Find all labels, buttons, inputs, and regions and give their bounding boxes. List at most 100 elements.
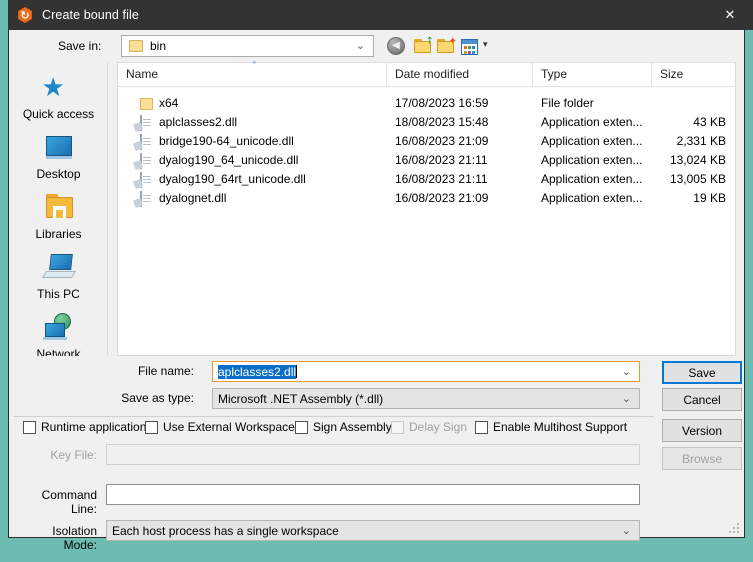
- isolation-mode-value: Each host process has a single workspace: [112, 524, 339, 538]
- table-row[interactable]: x64 17/08/2023 16:59 File folder: [118, 94, 735, 113]
- checkbox-label: Use External Workspace: [163, 420, 295, 434]
- close-icon[interactable]: ✕: [707, 0, 753, 30]
- back-icon: ◀: [387, 37, 405, 55]
- checkbox-box: [145, 421, 158, 434]
- column-header-name[interactable]: Name: [118, 63, 387, 86]
- save-as-type-combobox[interactable]: Microsoft .NET Assembly (*.dll) ⌄: [212, 388, 640, 409]
- file-type: File folder: [541, 94, 651, 113]
- file-type: Application exten...: [541, 170, 651, 189]
- table-row[interactable]: bridge190-64_unicode.dll 16/08/2023 21:0…: [118, 132, 735, 151]
- checkbox-box: [23, 421, 36, 434]
- file-date: 16/08/2023 21:09: [395, 132, 535, 151]
- file-list-header: ˄ Name Date modified Type Size: [118, 63, 735, 87]
- chevron-down-icon[interactable]: ⌄: [356, 39, 365, 52]
- sidebar-item-desktop[interactable]: Desktop: [10, 132, 107, 187]
- save-in-row: Save in: bin ⌄ ◀ ↑ ✦ ▾: [9, 30, 744, 62]
- command-line-input[interactable]: [106, 484, 640, 505]
- sidebar-item-libraries[interactable]: Libraries: [10, 192, 107, 247]
- file-date: 16/08/2023 21:09: [395, 189, 535, 208]
- chevron-down-icon[interactable]: ⌄: [622, 365, 631, 378]
- file-name: dyalognet.dll: [137, 189, 409, 208]
- places-sidebar: ★ Quick access Desktop Libraries This PC: [10, 62, 108, 356]
- checkbox-box: [475, 421, 488, 434]
- folder-icon: [129, 40, 143, 52]
- file-name-input[interactable]: aplclasses2.dll ⌄: [212, 361, 640, 382]
- isolation-mode-label: Isolation Mode:: [19, 524, 97, 552]
- checkbox-runtime-application[interactable]: Runtime application: [23, 418, 146, 436]
- views-button[interactable]: ▾: [461, 36, 491, 57]
- column-header-size[interactable]: Size: [652, 63, 735, 86]
- create-bound-file-dialog: Save in: bin ⌄ ◀ ↑ ✦ ▾: [8, 0, 745, 538]
- up-one-level-button[interactable]: ↑: [414, 36, 436, 57]
- file-type: Application exten...: [541, 151, 651, 170]
- chevron-down-icon[interactable]: ▾: [483, 40, 488, 50]
- file-name: aplclasses2.dll: [137, 113, 409, 132]
- divider: [13, 416, 742, 417]
- chevron-down-icon[interactable]: ⌄: [622, 524, 631, 537]
- checkbox-enable-multihost-support[interactable]: Enable Multihost Support: [475, 418, 627, 436]
- create-new-folder-icon: ✦: [437, 38, 456, 55]
- checkbox-label: Enable Multihost Support: [493, 420, 627, 434]
- views-icon: [461, 39, 478, 55]
- up-one-level-icon: ↑: [414, 38, 433, 55]
- file-size: 13,005 KB: [652, 170, 726, 189]
- file-name: bridge190-64_unicode.dll: [137, 132, 409, 151]
- table-row[interactable]: aplclasses2.dll 18/08/2023 15:48 Applica…: [118, 113, 735, 132]
- file-size: [652, 94, 726, 113]
- save-in-combobox[interactable]: bin ⌄: [121, 35, 374, 57]
- save-as-type-label: Save as type:: [109, 391, 194, 405]
- star-icon: ★: [42, 72, 76, 104]
- file-name: x64: [137, 94, 409, 113]
- sidebar-item-quick-access[interactable]: ★ Quick access: [10, 72, 107, 127]
- checkbox-label: Runtime application: [41, 420, 146, 434]
- file-type: Application exten...: [541, 132, 651, 151]
- key-file-label: Key File:: [19, 448, 97, 462]
- network-globe-icon: [42, 312, 76, 344]
- file-date: 16/08/2023 21:11: [395, 151, 535, 170]
- browse-button: Browse: [662, 447, 742, 470]
- save-as-type-value: Microsoft .NET Assembly (*.dll): [218, 392, 383, 406]
- create-new-folder-button[interactable]: ✦: [437, 36, 459, 57]
- back-button[interactable]: ◀: [387, 36, 409, 57]
- isolation-mode-combobox[interactable]: Each host process has a single workspace…: [106, 520, 640, 541]
- file-name: dyalog190_64_unicode.dll: [137, 151, 409, 170]
- checkbox-box: [391, 421, 404, 434]
- checkbox-use-external-workspace[interactable]: Use External Workspace: [145, 418, 295, 436]
- title-bar[interactable]: ↻ Create bound file ✕: [8, 0, 753, 30]
- file-size: 13,024 KB: [652, 151, 726, 170]
- file-date: 16/08/2023 21:11: [395, 170, 535, 189]
- file-list-rows: x64 17/08/2023 16:59 File folder aplclas…: [118, 86, 735, 355]
- sidebar-item-label: This PC: [37, 287, 80, 301]
- key-file-input: [106, 444, 640, 465]
- table-row[interactable]: dyalog190_64rt_unicode.dll 16/08/2023 21…: [118, 170, 735, 189]
- save-in-label: Save in:: [58, 39, 101, 53]
- file-type: Application exten...: [541, 189, 651, 208]
- checkbox-label: Sign Assembly: [313, 420, 392, 434]
- column-header-date[interactable]: Date modified: [387, 63, 533, 86]
- dyalog-apl-icon: ↻: [17, 7, 33, 23]
- cancel-button[interactable]: Cancel: [662, 388, 742, 411]
- checkbox-label: Delay Sign: [409, 420, 467, 434]
- command-line-label: Command Line:: [19, 488, 97, 516]
- sidebar-item-this-pc[interactable]: This PC: [10, 252, 107, 307]
- version-button[interactable]: Version: [662, 419, 742, 442]
- file-size: 19 KB: [652, 189, 726, 208]
- window-title: Create bound file: [42, 8, 139, 22]
- save-button[interactable]: Save: [662, 361, 742, 384]
- file-name-label: File name:: [109, 364, 194, 378]
- file-type: Application exten...: [541, 113, 651, 132]
- monitor-icon: [42, 132, 76, 164]
- column-header-type[interactable]: Type: [533, 63, 652, 86]
- checkbox-box: [295, 421, 308, 434]
- file-size: 43 KB: [652, 113, 726, 132]
- chevron-down-icon[interactable]: ⌄: [622, 392, 631, 405]
- checkbox-sign-assembly[interactable]: Sign Assembly: [295, 418, 392, 436]
- sidebar-item-label: Desktop: [36, 167, 80, 181]
- file-name: dyalog190_64rt_unicode.dll: [137, 170, 409, 189]
- table-row[interactable]: dyalognet.dll 16/08/2023 21:09 Applicati…: [118, 189, 735, 208]
- file-list[interactable]: ˄ Name Date modified Type Size x64 17/08…: [117, 62, 736, 356]
- laptop-icon: [42, 252, 76, 284]
- file-name-value: aplclasses2.dll: [218, 365, 296, 379]
- resize-grip[interactable]: [727, 521, 739, 533]
- table-row[interactable]: dyalog190_64_unicode.dll 16/08/2023 21:1…: [118, 151, 735, 170]
